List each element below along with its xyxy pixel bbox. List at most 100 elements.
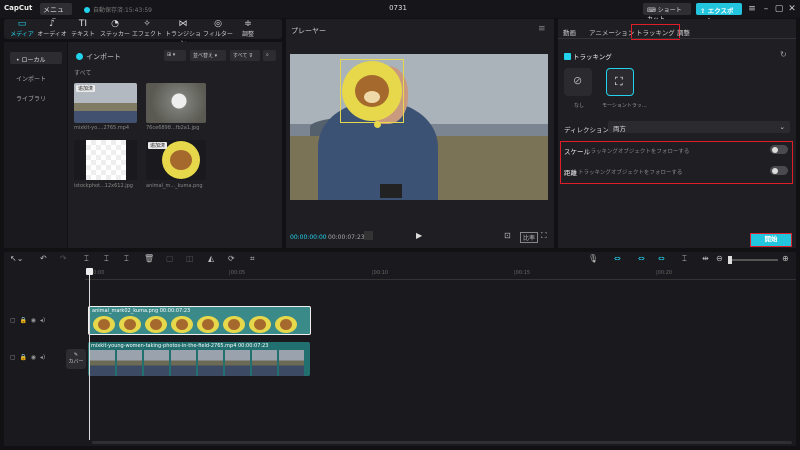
zoom-handle[interactable] <box>728 256 732 264</box>
bear-sticker-icon[interactable] <box>342 61 402 121</box>
delete-icon[interactable]: 🗑 <box>144 254 154 263</box>
link-preview-icon[interactable]: ⇔ <box>658 254 665 263</box>
start-tracking-button[interactable]: 開始 <box>750 233 792 247</box>
tab-label: 調整 <box>241 31 254 38</box>
current-time: 00:00:00:00 <box>290 234 327 241</box>
search-icon[interactable]: ⌕ <box>263 50 276 61</box>
tab-transition[interactable]: ⋈トランジション <box>164 19 202 47</box>
tab-text[interactable]: TI テキスト <box>67 19 99 39</box>
freeze-icon[interactable]: ▢ <box>166 254 174 263</box>
rotate-handle-icon[interactable] <box>374 121 381 128</box>
project-title: 0731 <box>389 4 407 12</box>
tracking-checkbox[interactable]: トラッキング <box>564 51 612 61</box>
tab-sticker[interactable]: ◔ ステッカー <box>99 19 131 39</box>
tab-label: テキスト <box>71 31 95 38</box>
zoom-in-icon[interactable]: ⊕ <box>782 254 789 263</box>
tab-adjust[interactable]: 調整 <box>677 27 690 37</box>
hamburger-icon[interactable]: ≡ <box>746 3 758 15</box>
split-right-icon[interactable]: ⌶ <box>124 254 129 264</box>
view-toggle[interactable]: ⊞ ▾ <box>164 50 186 61</box>
video-frame <box>198 350 223 376</box>
timeline-toolbar <box>4 252 796 268</box>
sort-button[interactable]: 並べ替え ▾ <box>190 50 226 61</box>
sidebar-item-import[interactable]: インポート <box>10 71 62 83</box>
fit-icon[interactable]: ⊡ <box>504 231 511 240</box>
close-icon[interactable]: ✕ <box>786 3 798 15</box>
timeline-scrollbar[interactable] <box>92 441 792 444</box>
option-motion-label: モーショントラッ... <box>602 103 647 109</box>
camera <box>380 184 402 198</box>
reverse-icon[interactable]: ◫ <box>186 254 194 263</box>
bear-frame <box>171 316 193 333</box>
rotate-icon[interactable]: ⟳ <box>228 254 235 263</box>
playhead[interactable] <box>86 268 93 440</box>
bear-frame <box>197 316 219 333</box>
import-button[interactable]: インポート <box>76 52 121 62</box>
option-none[interactable]: ⊘ <box>564 68 592 96</box>
option-motion-tracking[interactable]: ⛶ <box>606 68 634 96</box>
autosave-status: 自動保存済:15:43:59 <box>84 5 152 14</box>
ruler-label: |00:15 <box>514 270 531 276</box>
direction-select[interactable]: 両方 ⌄ <box>608 121 790 133</box>
filter-button[interactable]: すべて ⊽ <box>230 50 260 61</box>
split-left-icon[interactable]: ⌶ <box>104 254 109 264</box>
bear-frame <box>275 316 297 333</box>
redo-icon[interactable]: ↷ <box>60 254 67 263</box>
player-menu-icon[interactable]: ≡ <box>538 24 546 34</box>
fullscreen-icon[interactable]: ⛶ <box>541 231 547 241</box>
sidebar-item-library[interactable]: ライブラリ <box>10 91 62 103</box>
link-main-track-icon[interactable]: ⇔ <box>614 254 621 263</box>
tab-media[interactable]: ▭ メディア <box>6 19 38 39</box>
zoom-slider[interactable] <box>728 256 778 264</box>
undo-icon[interactable]: ↶ <box>40 254 47 263</box>
shortcut-button[interactable]: ⌨ ショートカット <box>643 3 691 23</box>
scale-toggle[interactable] <box>770 145 788 154</box>
export-button[interactable]: ⇪ エクスポート <box>696 3 742 25</box>
microphone-icon[interactable]: 🎙 <box>588 254 598 263</box>
bear-frame <box>93 316 115 333</box>
menu-button[interactable]: メニュー ▾ <box>40 3 72 24</box>
tab-audio[interactable]: ♪ オーディオ <box>36 19 68 39</box>
cover-button[interactable]: ✎ カバー <box>66 349 86 369</box>
play-icon[interactable]: ▶ <box>416 231 422 240</box>
bear-frame <box>145 316 167 333</box>
video-frame <box>252 350 277 376</box>
sticker-clip[interactable]: animal_mark02_kuma.png 00:00:07:23 <box>88 306 311 335</box>
effect-icon: ✧ <box>143 19 151 29</box>
sidebar-item-local[interactable]: • ローカル <box>10 52 62 64</box>
preview-axis-icon[interactable]: ⌶ <box>682 254 687 264</box>
media-filename: mixkit-yo....2765.mp4 <box>74 125 130 131</box>
track-controls: ▢ 🔒 ◉ ◂) <box>10 354 46 361</box>
chevron-down-icon: ⌄ <box>779 123 785 131</box>
video-preview[interactable] <box>290 54 548 200</box>
link-magnet-icon[interactable]: ⇔ <box>638 254 645 263</box>
reset-icon[interactable]: ↻ <box>780 50 787 59</box>
media-thumbnail[interactable]: 追加済 <box>74 83 137 123</box>
tab-video[interactable]: 動画 <box>563 27 576 37</box>
zoom-out-icon[interactable]: ⊖ <box>716 254 723 263</box>
media-thumbnail[interactable] <box>146 83 206 123</box>
ratio-button[interactable]: 比率 <box>520 232 539 243</box>
crop-icon[interactable]: ⌗ <box>250 254 255 264</box>
tab-filter[interactable]: ◎ フィルター <box>202 19 234 39</box>
select-tool-icon[interactable]: ↖⌄ <box>10 254 23 263</box>
minimize-icon[interactable]: – <box>760 3 772 15</box>
distance-description: トラッキングオブジェクトをフォローする <box>578 170 683 176</box>
mirror-icon[interactable]: ◭ <box>208 254 214 263</box>
media-sidebar: • ローカル インポート ライブラリ <box>4 42 67 248</box>
distance-toggle[interactable] <box>770 166 788 175</box>
ruler-label: |00:05 <box>229 270 246 276</box>
video-frame <box>279 350 304 376</box>
split-icon[interactable]: ⌶ <box>84 254 89 264</box>
tab-animation[interactable]: アニメーション <box>589 27 634 37</box>
zoom-fit-icon[interactable]: ⇹ <box>702 254 709 263</box>
edit-icon: ✎ <box>73 352 79 358</box>
tab-adjust[interactable]: ≑ 調整 <box>232 19 264 39</box>
video-clip[interactable]: mixkit-young-women-taking-photos-in-the-… <box>88 342 310 376</box>
transition-icon: ⋈ <box>178 19 188 29</box>
filter-label: すべて <box>233 53 248 59</box>
media-thumbnail[interactable] <box>74 140 137 180</box>
maximize-icon[interactable]: ▢ <box>773 3 785 15</box>
tab-effect[interactable]: ✧ エフェクト <box>131 19 163 39</box>
media-thumbnail[interactable]: 追加済 <box>146 140 206 180</box>
